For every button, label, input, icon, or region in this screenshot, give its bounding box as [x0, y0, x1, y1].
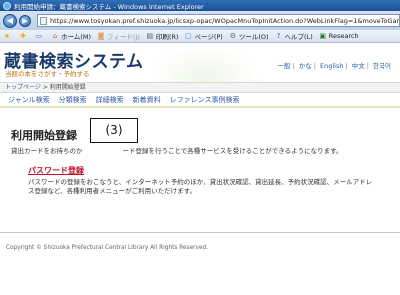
intro-prefix: 貸出カードをお持ちのか	[11, 147, 83, 155]
footer-divider	[0, 232, 400, 233]
url-input[interactable]: https://www.tosyokan.pref.shizuoka.jp/li…	[37, 14, 400, 27]
breadcrumb-current: 利用開始登録	[49, 84, 86, 91]
page-title: 利用開始登録	[11, 129, 77, 142]
nav-class-search[interactable]: 分類検索	[59, 95, 87, 105]
nav-new-materials[interactable]: 新着資料	[133, 95, 161, 105]
feed-button[interactable]: ◙ フィード(J)	[97, 31, 140, 41]
ie-logo-icon	[3, 1, 11, 10]
intro-suffix: ード登録を行うことで各種サービスを受けることができるようになります。	[122, 147, 343, 155]
page-menu-icon: ▢	[185, 32, 192, 40]
print-icon: ▤	[146, 32, 154, 40]
help-menu-button[interactable]: ? ヘルプ(L)	[275, 31, 313, 41]
lang-link-general[interactable]: 一般	[277, 62, 290, 70]
add-favorites-icon[interactable]: ✚	[19, 32, 29, 40]
back-arrow-icon[interactable]: ◀	[3, 13, 17, 28]
help-menu-label: ヘルプ(L)	[284, 33, 313, 41]
page-menu-label: ページ(P)	[194, 33, 223, 41]
feed-label: フィード(J)	[107, 33, 140, 41]
breadcrumb-home[interactable]: トップページ	[5, 84, 41, 91]
home-label: ホーム(M)	[61, 33, 91, 41]
command-toolbar: ★ ✚ ▭ ⌂ ホーム(M) ◙ フィード(J) ▤ 印刷(R) ▢ ページ(P…	[0, 30, 400, 43]
site-subtitle: 当館の本をさがす・予約する	[5, 70, 90, 78]
print-label: 印刷(R)	[155, 33, 179, 41]
breadcrumb: トップページ > 利用開始登録	[0, 82, 400, 93]
home-button[interactable]: ⌂ ホーム(M)	[51, 31, 91, 41]
favorites-star-icon[interactable]: ★	[3, 32, 13, 40]
home-icon: ⌂	[52, 32, 58, 40]
nav-advanced-search[interactable]: 詳細検索	[96, 95, 124, 105]
url-text: https://www.tosyokan.pref.shizuoka.jp/li…	[50, 16, 400, 25]
help-icon: ?	[276, 32, 281, 40]
main-nav: ジャンル検索 分類検索 詳細検索 新着資料 レファレンス事例検索	[0, 94, 400, 108]
tools-menu-button[interactable]: ⚙ ツール(O)	[229, 31, 269, 41]
nav-genre-search[interactable]: ジャンル検索	[8, 95, 50, 105]
language-links: 一般 | かな | English | 中文 | 한국어	[277, 62, 391, 70]
lang-link-kana[interactable]: かな	[299, 62, 312, 70]
nav-reference-search[interactable]: レファレンス事例検索	[170, 95, 240, 105]
research-icon: ▣	[319, 32, 327, 40]
page-content: 蔵書検索システム 当館の本をさがす・予約する 一般 | かな | English | …	[0, 44, 400, 295]
annotation-callout: (3)	[90, 118, 138, 143]
window-title: 利用開始申請：蔵書検索システム - Windows Internet Explo…	[14, 2, 204, 11]
research-button[interactable]: ▣ Research	[319, 32, 359, 40]
lang-link-chinese[interactable]: 中文	[352, 62, 365, 70]
address-bar: ◀ ▶ https://www.tosyokan.pref.shizuoka.j…	[0, 11, 400, 30]
password-panel: パスワード登録 パスワードの登録をおこなうと、インターネット予約のほか、貸出状況…	[22, 159, 380, 201]
window-title-bar: 利用開始申請：蔵書検索システム - Windows Internet Explo…	[0, 0, 400, 11]
page-icon	[40, 16, 47, 25]
lang-link-korean[interactable]: 한국어	[373, 62, 391, 70]
intro-text: 貸出カードをお持ちのか ード登録を行うことで各種サービスを受けることができるように…	[11, 145, 343, 155]
tab-icon[interactable]: ▭	[35, 32, 45, 40]
site-header: 蔵書検索システム 当館の本をさがす・予約する 一般 | かな | English | …	[0, 44, 400, 82]
lang-link-english[interactable]: English	[320, 62, 343, 70]
feed-icon: ◙	[97, 32, 105, 40]
password-register-link[interactable]: パスワード登録	[28, 165, 84, 176]
header-decoration	[150, 44, 260, 82]
research-label: Research	[328, 32, 359, 40]
tools-menu-label: ツール(O)	[238, 33, 269, 41]
footer-copyright: Copyright © Shizuoka Prefectural Central…	[6, 245, 209, 251]
gear-icon: ⚙	[229, 32, 236, 40]
page-menu-button[interactable]: ▢ ページ(P)	[184, 31, 223, 41]
print-button[interactable]: ▤ 印刷(R)	[146, 31, 179, 41]
password-description: パスワードの登録をおこなうと、インターネット予約のほか、貸出状況確認、貸出延長、…	[28, 178, 373, 195]
forward-arrow-icon[interactable]: ▶	[19, 14, 31, 27]
